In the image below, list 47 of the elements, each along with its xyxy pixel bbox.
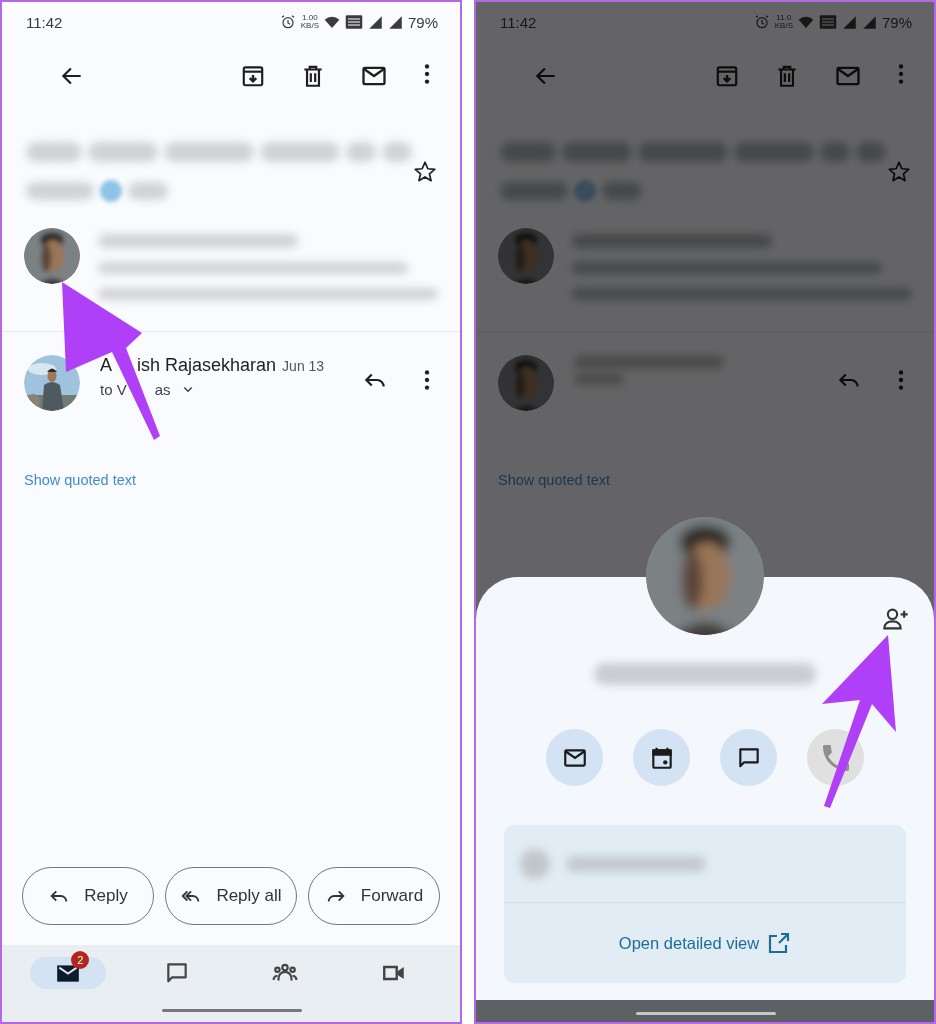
- blurred-icon: [520, 848, 550, 879]
- mail-tab[interactable]: [30, 957, 107, 989]
- unread-badge: 2: [71, 951, 90, 969]
- open-detailed-view-link[interactable]: Open detailed view: [618, 931, 792, 955]
- volte-icon: [818, 13, 837, 31]
- sender-name: ish Rajasekharan: [137, 355, 277, 375]
- recipient: as: [154, 380, 171, 398]
- battery-percent: 79%: [881, 13, 912, 31]
- blurred-text: [500, 182, 568, 200]
- archive-icon[interactable]: [240, 63, 266, 89]
- blurred-text: [26, 182, 94, 200]
- volte-icon: [344, 13, 363, 31]
- chat-button[interactable]: [720, 729, 777, 786]
- signal-icon: [861, 14, 877, 30]
- blurred-text: [346, 142, 376, 162]
- show-quoted-text-link[interactable]: Show quoted text: [2, 472, 460, 488]
- signal-icon: [367, 14, 383, 30]
- recipient: to V: [100, 380, 127, 398]
- wifi-icon: [797, 14, 814, 30]
- blurred-label: [100, 180, 122, 202]
- network-speed: 11.0: [776, 14, 792, 22]
- network-speed: 1.00: [302, 14, 318, 22]
- blurred-text: [500, 142, 556, 162]
- status-time: 11:42: [500, 13, 537, 31]
- blurred-text: [562, 142, 632, 162]
- calendar-button[interactable]: [633, 729, 690, 786]
- message-date: Jun 13: [282, 358, 325, 374]
- network-speed-unit: KB/S: [300, 22, 319, 30]
- alarm-icon: [753, 14, 770, 30]
- battery-percent: 79%: [407, 13, 438, 31]
- network-speed-unit: KB/S: [774, 22, 793, 30]
- blurred-text: [856, 142, 886, 162]
- email-button[interactable]: [546, 729, 603, 786]
- blurred-label: [574, 180, 596, 202]
- sender-name: A: [100, 355, 112, 375]
- blurred-text: [602, 182, 642, 200]
- blurred-text: [382, 142, 412, 162]
- blurred-text: [88, 142, 158, 162]
- external-link-icon: [767, 931, 792, 955]
- wifi-icon: [323, 14, 340, 30]
- alarm-icon: [279, 14, 296, 30]
- blurred-text: [26, 142, 82, 162]
- signal-icon: [841, 14, 857, 30]
- signal-icon: [387, 14, 403, 30]
- blurred-text: [820, 142, 850, 162]
- blurred-text: [128, 182, 168, 200]
- status-time: 11:42: [26, 13, 63, 31]
